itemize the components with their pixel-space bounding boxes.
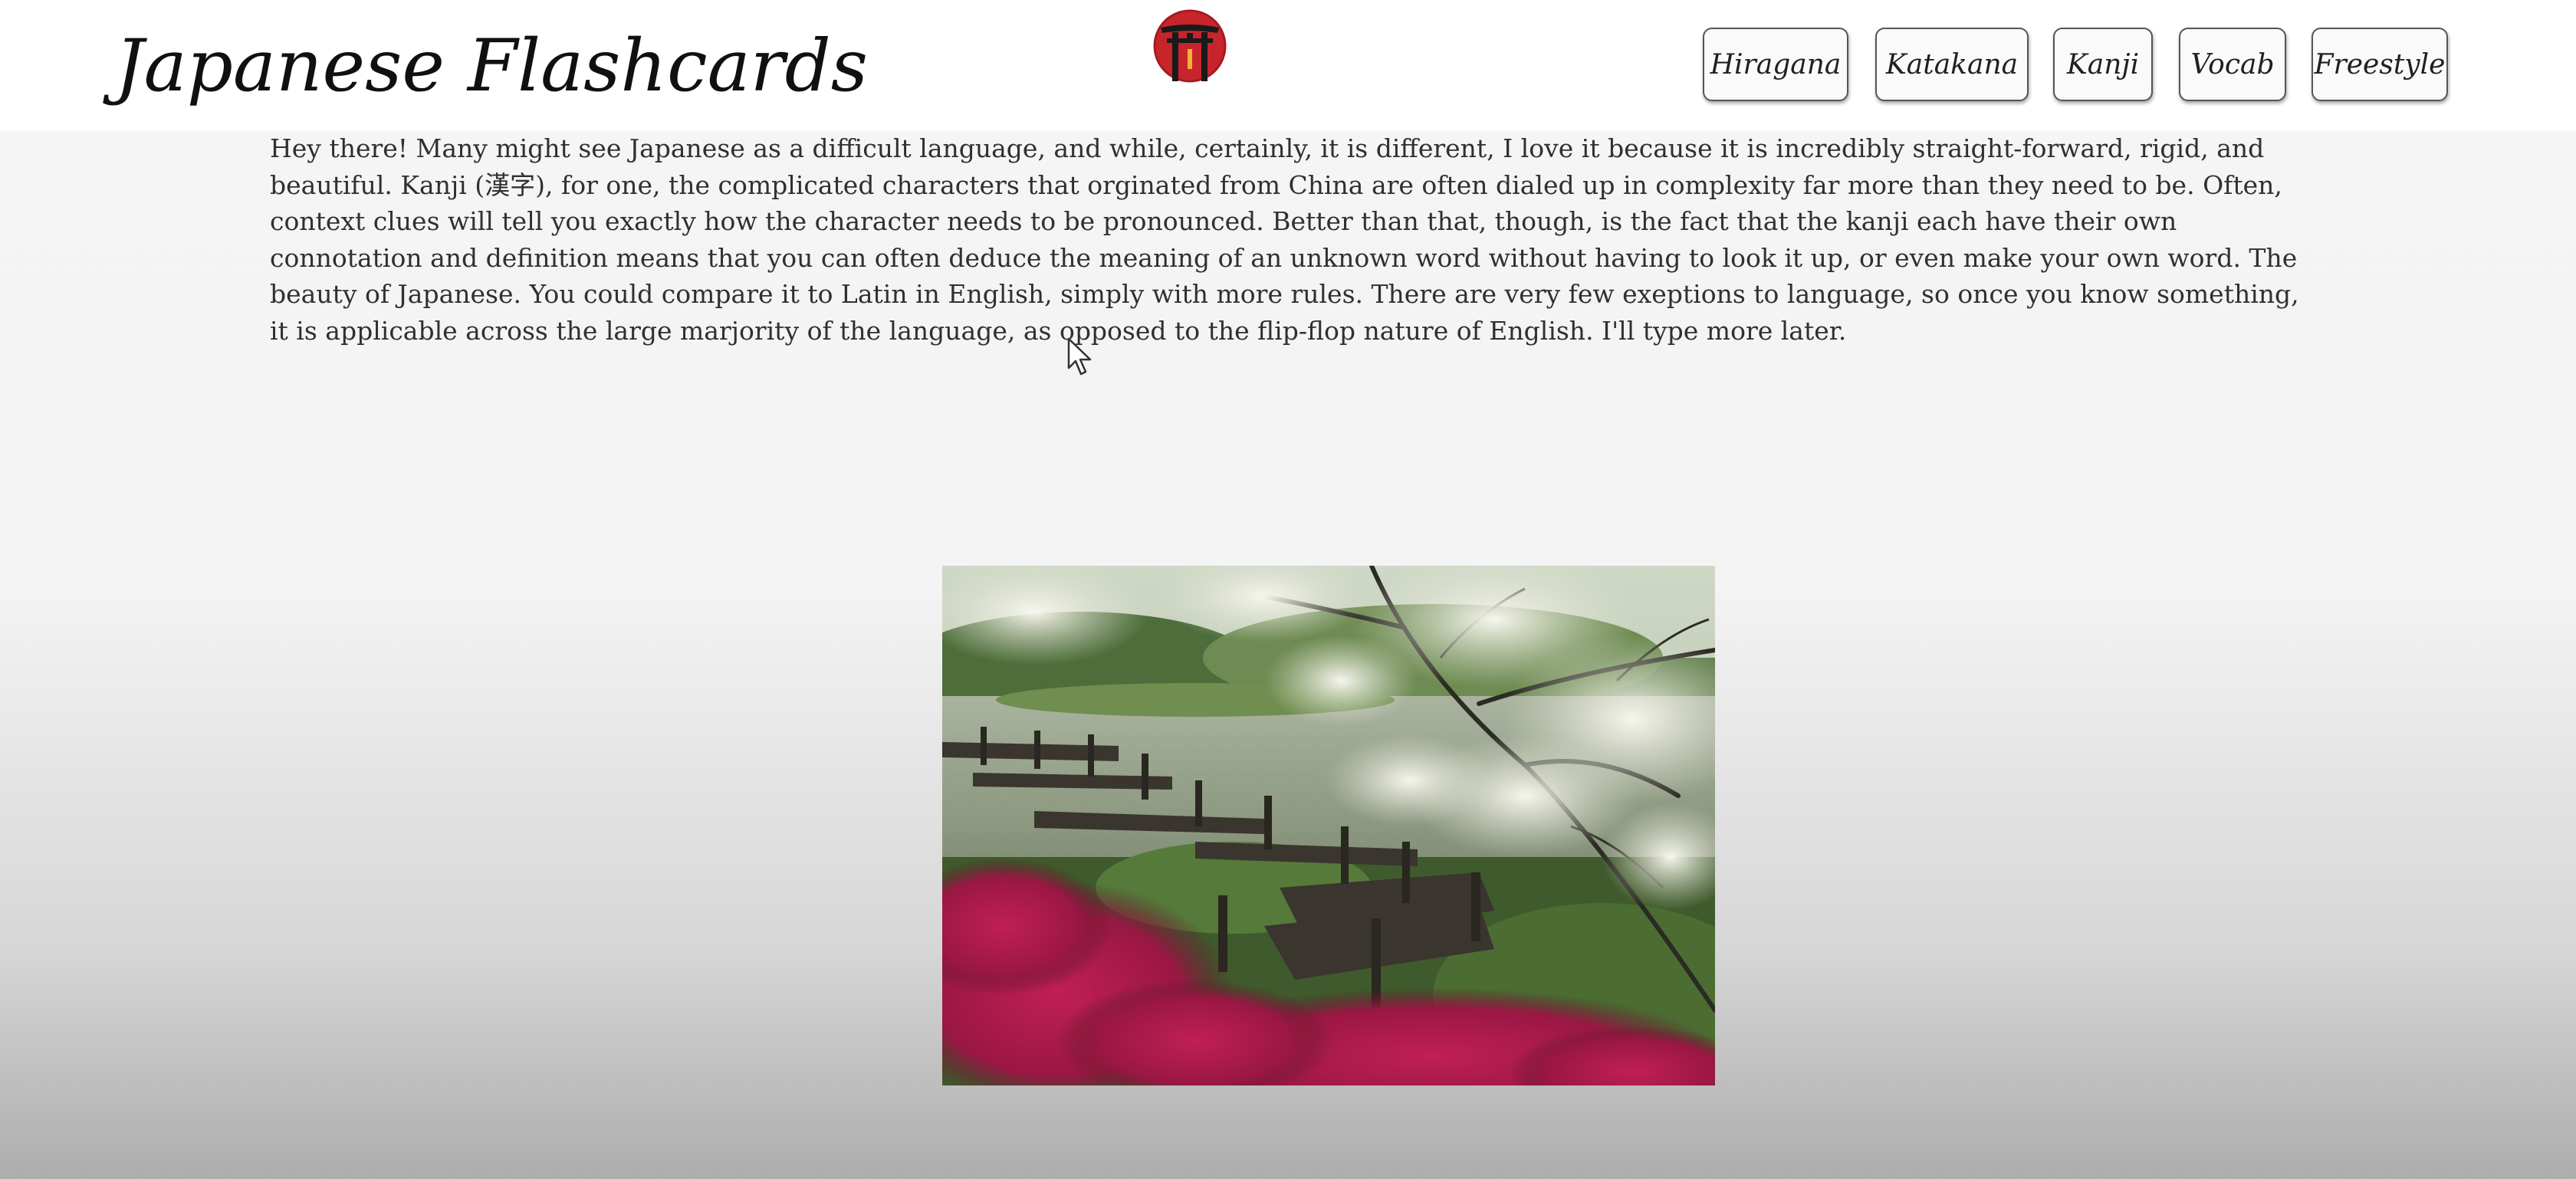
intro-paragraph: Hey there! Many might see Japanese as a … xyxy=(270,133,2299,346)
nav-freestyle-button[interactable]: Freestyle xyxy=(2312,28,2448,101)
torii-gate-icon xyxy=(1153,9,1227,83)
mouse-pointer-icon xyxy=(1067,337,1092,376)
japanese-garden-photo xyxy=(942,566,1715,1085)
nav-kanji-button[interactable]: Kanji xyxy=(2053,28,2153,101)
nav-vocab-button[interactable]: Vocab xyxy=(2179,28,2286,101)
nav-hiragana-button[interactable]: Hiragana xyxy=(1703,28,1848,101)
site-header: Japanese Flashcards Hiragana Katakana Ka… xyxy=(0,0,2576,130)
site-title: Japanese Flashcards xyxy=(115,25,868,108)
nav-katakana-button[interactable]: Katakana xyxy=(1875,28,2029,101)
